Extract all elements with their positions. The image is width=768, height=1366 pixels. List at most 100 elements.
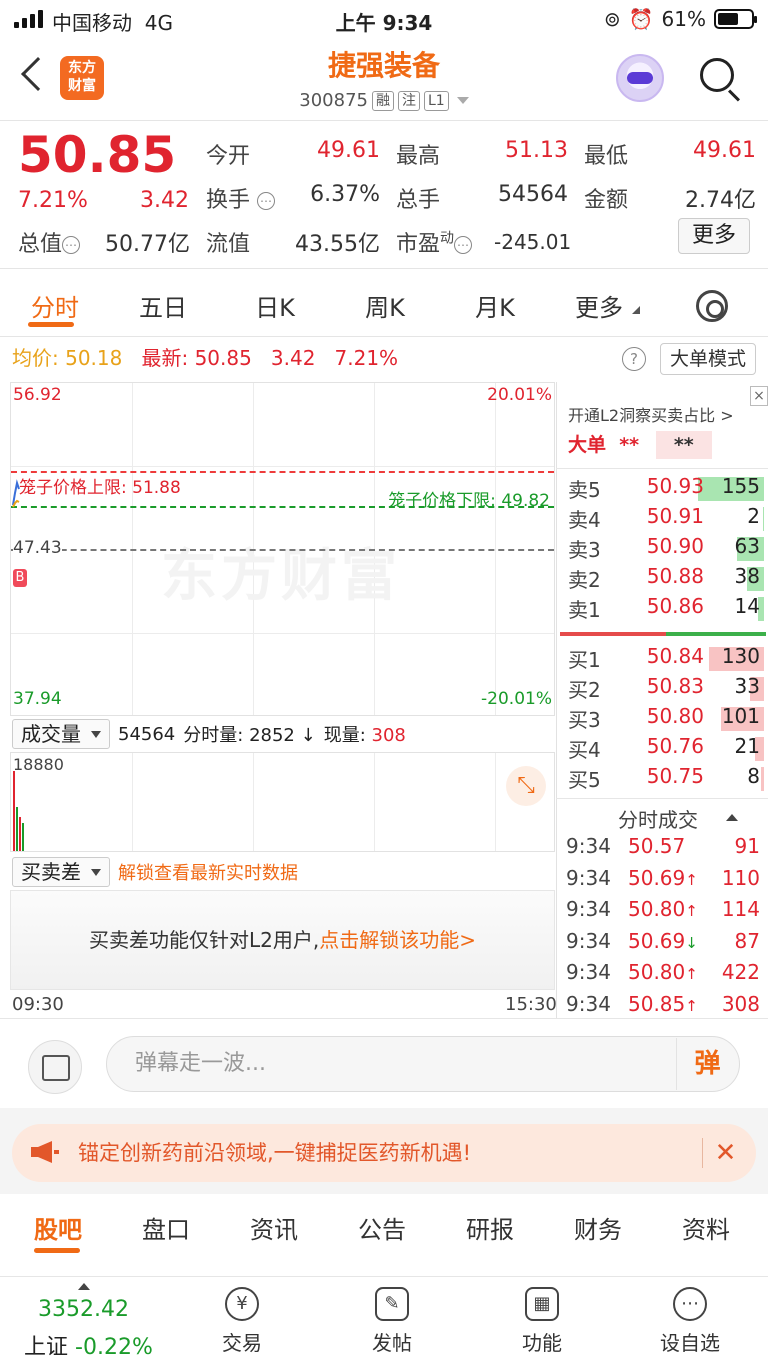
last-price: 50.85 bbox=[18, 126, 177, 184]
tab-intraday[interactable]: 分时 bbox=[0, 288, 110, 323]
comment-list-icon[interactable] bbox=[28, 1040, 82, 1094]
search-icon[interactable] bbox=[700, 58, 734, 92]
level-price: 50.86 bbox=[646, 594, 704, 618]
level-qty: 38 bbox=[734, 564, 760, 588]
tick-time: 9:34 bbox=[566, 865, 611, 890]
bid-level-row[interactable]: 买5 50.75 8 bbox=[568, 764, 768, 794]
tabbar-functions[interactable]: ▦ 功能 bbox=[482, 1277, 602, 1356]
bid-level-row[interactable]: 买1 50.84 130 bbox=[568, 644, 768, 674]
expand-icon[interactable]: ⤡ bbox=[506, 766, 546, 806]
tab-monthly-k[interactable]: 月K bbox=[440, 288, 550, 323]
ask-level-row[interactable]: 卖2 50.88 38 bbox=[568, 564, 768, 594]
volume-chart[interactable]: 18880 bbox=[10, 752, 555, 852]
index-value[interactable]: 3352.42 bbox=[38, 1297, 129, 1322]
ask-level-row[interactable]: 卖4 50.91 2 bbox=[568, 504, 768, 534]
tab-news[interactable]: 资讯 bbox=[220, 1210, 328, 1245]
tab-weekly-k[interactable]: 周K bbox=[330, 288, 440, 323]
tab-indicator bbox=[28, 322, 74, 327]
close-icon[interactable]: ✕ bbox=[702, 1138, 748, 1168]
ask-level-row[interactable]: 卖5 50.93 155 bbox=[568, 474, 768, 504]
price-line bbox=[12, 479, 20, 508]
help-icon[interactable]: ? bbox=[622, 347, 646, 371]
tick-price: 50.85↑ bbox=[628, 991, 698, 1016]
level-label: 卖3 bbox=[568, 538, 601, 562]
nav-bar: 东方 财富 捷强装备 300875 融 注 L1 bbox=[0, 40, 768, 120]
mktcap-label: 总值 ⋯ bbox=[18, 226, 81, 258]
tick-volume: 308 bbox=[721, 991, 760, 1016]
danmu-input[interactable]: 弹幕走一波... bbox=[106, 1036, 740, 1092]
indicator-select[interactable]: 成交量 bbox=[12, 719, 110, 749]
unlock-feature-link[interactable]: 点击解锁该功能 bbox=[319, 928, 459, 952]
info-icon[interactable]: ⋯ bbox=[257, 192, 276, 210]
volume-value: 54564 bbox=[498, 182, 568, 207]
tick-time: 9:34 bbox=[566, 991, 611, 1016]
bid-level-row[interactable]: 买2 50.83 33 bbox=[568, 674, 768, 704]
level-qty: 2 bbox=[747, 504, 760, 528]
tab-handicap[interactable]: 盘口 bbox=[112, 1210, 220, 1245]
level-price: 50.83 bbox=[646, 674, 704, 698]
level-qty: 101 bbox=[721, 704, 760, 728]
bid-level-row[interactable]: 买4 50.76 21 bbox=[568, 734, 768, 764]
chevron-up-icon[interactable] bbox=[726, 814, 738, 821]
level-label: 买4 bbox=[568, 738, 601, 762]
ratio-bar-buy bbox=[666, 632, 766, 636]
tabbar-trade[interactable]: ¥ 交易 bbox=[182, 1277, 302, 1356]
close-icon[interactable]: × bbox=[750, 386, 768, 406]
index-row[interactable]: 上证 -0.22% bbox=[24, 1329, 153, 1361]
bid-level-row[interactable]: 买3 50.80 101 bbox=[568, 704, 768, 734]
status-bar: 中国移动 4G 上午 9:34 ⊚ ⏰ 61% bbox=[0, 0, 768, 40]
time-end: 15:30 bbox=[505, 994, 557, 1015]
level-label: 卖4 bbox=[568, 508, 601, 532]
info-icon[interactable]: ⋯ bbox=[454, 236, 473, 254]
level-label: 卖5 bbox=[568, 478, 601, 502]
ask-level-row[interactable]: 卖3 50.90 63 bbox=[568, 534, 768, 564]
high-label: 最高 bbox=[396, 144, 441, 169]
assistant-robot-icon[interactable] bbox=[616, 54, 664, 102]
more-button[interactable]: 更多 bbox=[678, 218, 750, 254]
tab-five-day[interactable]: 五日 bbox=[108, 288, 218, 323]
stock-code: 300875 bbox=[299, 90, 368, 111]
tab-daily-k[interactable]: 日K bbox=[220, 288, 330, 323]
float-label: 流值 bbox=[206, 232, 251, 257]
level-qty: 14 bbox=[734, 594, 760, 618]
ask-level-row[interactable]: 卖1 50.86 14 bbox=[568, 594, 768, 624]
tick-price: 50.57 bbox=[628, 834, 686, 858]
tab-announcements[interactable]: 公告 bbox=[328, 1210, 436, 1245]
tick-row: 9:34 50.69↓ 87 bbox=[566, 929, 762, 960]
tick-time: 9:34 bbox=[566, 834, 611, 858]
l2-promo-link[interactable]: 开通L2洞察买卖占比 > bbox=[568, 402, 734, 426]
volume-max-label: 18880 bbox=[13, 755, 64, 774]
battery-percent: 61% bbox=[661, 7, 706, 31]
ratio-bar-sell bbox=[560, 632, 666, 636]
chevron-right-icon: > bbox=[459, 928, 476, 952]
tick-price: 50.69↑ bbox=[628, 865, 698, 890]
tick-price: 50.69↓ bbox=[628, 928, 698, 953]
big-order-row: 大单 ** ** bbox=[568, 430, 712, 459]
turnover-label: 换手 ⋯ bbox=[206, 182, 276, 214]
big-order-mode-button[interactable]: 大单模式 bbox=[660, 343, 756, 375]
tick-time: 9:34 bbox=[566, 960, 611, 984]
tabbar-add-watchlist[interactable]: ⋯ 设自选 bbox=[630, 1277, 750, 1356]
level-qty: 21 bbox=[734, 734, 760, 758]
gear-icon[interactable] bbox=[696, 290, 728, 322]
tick-row: 9:34 50.80↑ 422 bbox=[566, 960, 762, 991]
tabbar-post[interactable]: ✎ 发帖 bbox=[332, 1277, 452, 1356]
level-label: 买5 bbox=[568, 768, 601, 792]
unlock-link[interactable]: 解锁查看最新实时数据 bbox=[118, 859, 298, 885]
tab-finance[interactable]: 财务 bbox=[544, 1210, 652, 1245]
tab-profile[interactable]: 资料 bbox=[652, 1210, 760, 1245]
dropdown-icon bbox=[91, 730, 101, 738]
tab-forum[interactable]: 股吧 bbox=[4, 1210, 112, 1245]
tick-volume: 91 bbox=[734, 834, 760, 858]
intraday-chart[interactable]: 东方财富 56.92 20.01% 37.94 -20.01% 笼子价格上限: … bbox=[10, 382, 555, 716]
promo-banner[interactable]: 锚定创新药前沿领域,一键捕捉医药新机遇! bbox=[12, 1124, 756, 1182]
info-icon[interactable]: ⋯ bbox=[62, 236, 81, 254]
spread-header: 买卖差 解锁查看最新实时数据 bbox=[12, 855, 298, 889]
level-price: 50.88 bbox=[646, 564, 704, 588]
pe-label: 市盈动 ⋯ bbox=[396, 226, 473, 258]
tick-time: 9:34 bbox=[566, 928, 611, 953]
danmu-toggle-button[interactable]: 弹 bbox=[676, 1038, 738, 1090]
ticks-title[interactable]: 分时成交 bbox=[618, 804, 698, 833]
spread-select[interactable]: 买卖差 bbox=[12, 857, 110, 887]
tab-research[interactable]: 研报 bbox=[436, 1210, 544, 1245]
